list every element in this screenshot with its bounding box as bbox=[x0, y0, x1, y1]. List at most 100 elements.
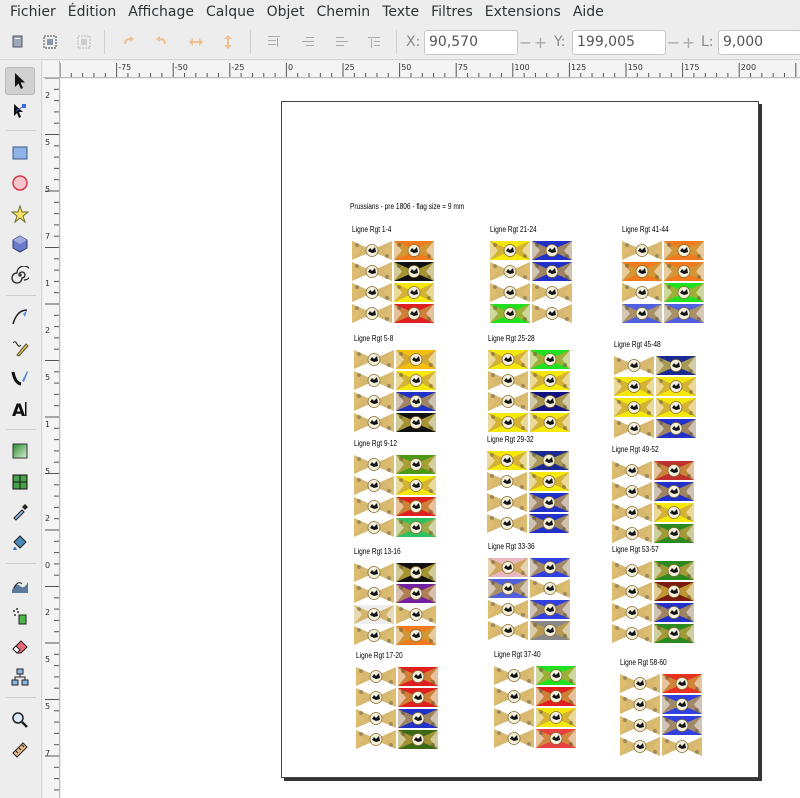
menu-filtres[interactable]: Filtres bbox=[425, 0, 479, 24]
flag-group[interactable] bbox=[494, 666, 578, 750]
flag[interactable] bbox=[354, 626, 394, 645]
flag[interactable] bbox=[394, 304, 434, 323]
flag[interactable] bbox=[654, 524, 694, 543]
flag[interactable] bbox=[354, 584, 394, 603]
flag[interactable] bbox=[530, 413, 570, 432]
flag[interactable] bbox=[487, 472, 527, 491]
node-tool-icon[interactable] bbox=[5, 97, 35, 125]
flag[interactable] bbox=[529, 451, 569, 470]
flag[interactable] bbox=[532, 304, 572, 323]
eraser-tool-icon[interactable] bbox=[5, 632, 35, 660]
flip-horizontal-icon[interactable] bbox=[184, 30, 208, 54]
flag[interactable] bbox=[490, 262, 530, 281]
flag[interactable] bbox=[612, 503, 652, 522]
group-label[interactable]: Ligne Rgt 45-48 bbox=[614, 340, 661, 349]
flag[interactable] bbox=[662, 674, 702, 693]
flag[interactable] bbox=[614, 377, 654, 396]
group-label[interactable]: Ligne Rgt 53-57 bbox=[612, 545, 659, 554]
flag[interactable] bbox=[354, 497, 394, 516]
flag[interactable] bbox=[664, 283, 704, 302]
dropper-tool-icon[interactable] bbox=[5, 498, 35, 526]
menu-extensions[interactable]: Extensions bbox=[479, 0, 567, 24]
flag[interactable] bbox=[532, 262, 572, 281]
tweak-tool-icon[interactable] bbox=[5, 571, 35, 599]
star-tool-icon[interactable] bbox=[5, 200, 35, 228]
flag[interactable] bbox=[536, 666, 576, 685]
flag[interactable] bbox=[529, 514, 569, 533]
flag[interactable] bbox=[396, 518, 436, 537]
flag[interactable] bbox=[664, 241, 704, 260]
flag[interactable] bbox=[396, 584, 436, 603]
flag[interactable] bbox=[487, 514, 527, 533]
flag[interactable] bbox=[354, 371, 394, 390]
flag[interactable] bbox=[664, 304, 704, 323]
flag[interactable] bbox=[654, 561, 694, 580]
flag[interactable] bbox=[394, 262, 434, 281]
flag-group[interactable] bbox=[614, 356, 698, 440]
gradient-tool-icon[interactable] bbox=[5, 437, 35, 465]
flag[interactable] bbox=[396, 413, 436, 432]
x-field[interactable]: 90,570 bbox=[424, 30, 518, 55]
flag[interactable] bbox=[622, 304, 662, 323]
flag[interactable] bbox=[488, 371, 528, 390]
flag[interactable] bbox=[354, 476, 394, 495]
flag[interactable] bbox=[536, 729, 576, 748]
flag[interactable] bbox=[612, 561, 652, 580]
flag[interactable] bbox=[488, 621, 528, 640]
group-label[interactable]: Ligne Rgt 1-4 bbox=[352, 225, 391, 234]
group-label[interactable]: Ligne Rgt 33-36 bbox=[488, 542, 535, 551]
deselect-icon[interactable] bbox=[72, 30, 96, 54]
flag[interactable] bbox=[490, 241, 530, 260]
flag[interactable] bbox=[654, 582, 694, 601]
pencil-tool-icon[interactable] bbox=[5, 334, 35, 362]
raise-icon[interactable] bbox=[296, 30, 320, 54]
raise-to-top-icon[interactable] bbox=[262, 30, 286, 54]
zoom-tool-icon[interactable] bbox=[5, 706, 35, 734]
menu-edition[interactable]: Édition bbox=[62, 0, 122, 24]
rotate-ccw-icon[interactable] bbox=[116, 30, 140, 54]
flag[interactable] bbox=[396, 371, 436, 390]
flag[interactable] bbox=[662, 737, 702, 756]
flag[interactable] bbox=[656, 377, 696, 396]
flag-group[interactable] bbox=[354, 350, 438, 434]
flag[interactable] bbox=[354, 455, 394, 474]
flag[interactable] bbox=[488, 350, 528, 369]
flag[interactable] bbox=[354, 563, 394, 582]
flag-group[interactable] bbox=[354, 455, 438, 539]
flag-group[interactable] bbox=[352, 241, 436, 325]
group-label[interactable]: Ligne Rgt 13-16 bbox=[354, 547, 401, 556]
flag[interactable] bbox=[494, 708, 534, 727]
flag[interactable] bbox=[356, 667, 396, 686]
select-all-icon[interactable] bbox=[6, 30, 30, 54]
flag[interactable] bbox=[614, 356, 654, 375]
menu-texte[interactable]: Texte bbox=[376, 0, 425, 24]
group-label[interactable]: Ligne Rgt 17-20 bbox=[356, 651, 403, 660]
menu-fichier[interactable]: Fichier bbox=[4, 0, 62, 24]
flag[interactable] bbox=[396, 497, 436, 516]
flag[interactable] bbox=[396, 392, 436, 411]
select-all-layers-icon[interactable] bbox=[38, 30, 62, 54]
flag[interactable] bbox=[620, 695, 660, 714]
flag-group[interactable] bbox=[488, 350, 572, 434]
flag[interactable] bbox=[612, 582, 652, 601]
flag[interactable] bbox=[656, 398, 696, 417]
document-page[interactable]: Prussians - pre 1806 - flag size = 9 mm … bbox=[281, 101, 759, 778]
3dbox-tool-icon[interactable] bbox=[5, 230, 35, 258]
spiral-tool-icon[interactable] bbox=[5, 261, 35, 289]
y-field[interactable]: 199,005 bbox=[572, 30, 666, 55]
flag[interactable] bbox=[530, 350, 570, 369]
vertical-ruler[interactable]: 2 5 5 7 1 2 5 1 5 2 0 2 5 5 7 bbox=[43, 78, 60, 798]
flag[interactable] bbox=[656, 419, 696, 438]
calligraphy-tool-icon[interactable] bbox=[5, 364, 35, 392]
lower-to-bottom-icon[interactable] bbox=[362, 30, 386, 54]
group-label[interactable]: Ligne Rgt 37-40 bbox=[494, 650, 541, 659]
flag[interactable] bbox=[488, 558, 528, 577]
rotate-cw-icon[interactable] bbox=[150, 30, 174, 54]
selector-tool-icon[interactable] bbox=[5, 67, 35, 95]
flag[interactable] bbox=[530, 579, 570, 598]
flag[interactable] bbox=[622, 283, 662, 302]
flag[interactable] bbox=[494, 687, 534, 706]
flag[interactable] bbox=[654, 624, 694, 643]
flag[interactable] bbox=[530, 558, 570, 577]
pen-tool-icon[interactable] bbox=[5, 303, 35, 331]
